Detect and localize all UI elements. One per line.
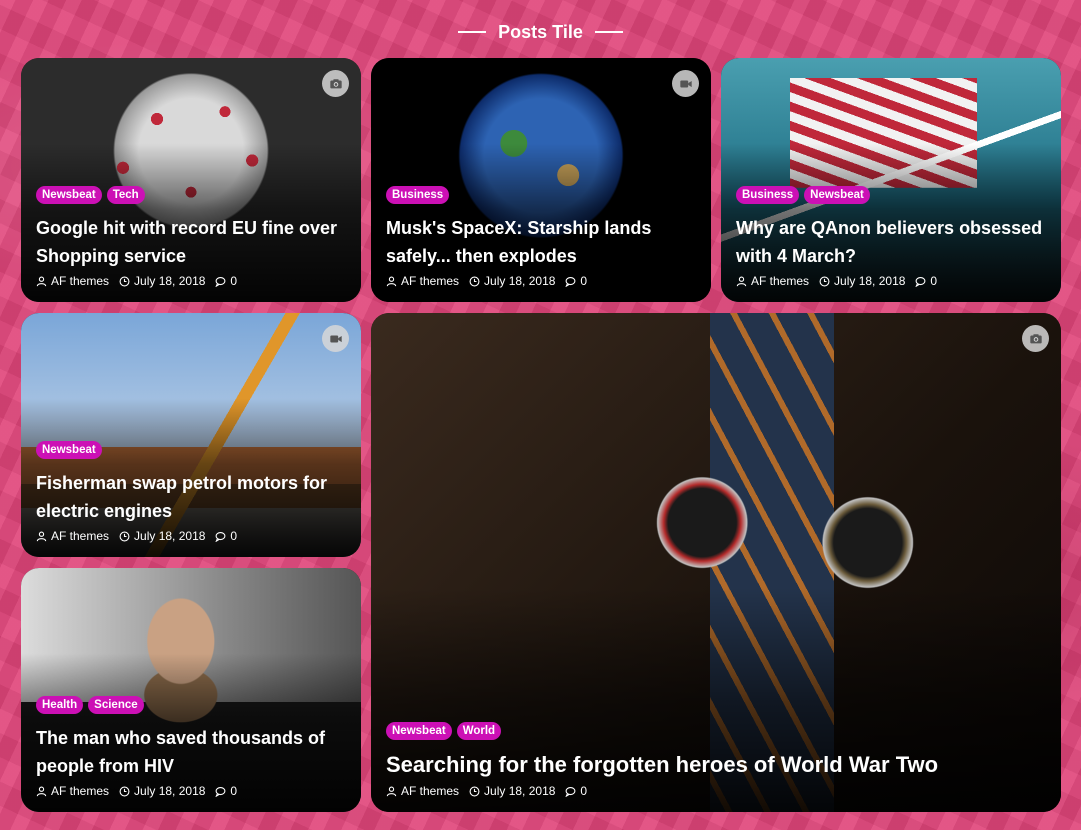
post-tile[interactable]: Business Newsbeat Why are QAnon believer… xyxy=(721,58,1061,302)
post-title[interactable]: The man who saved thousands of people fr… xyxy=(36,724,346,780)
post-date[interactable]: July 18, 2018 xyxy=(119,784,205,798)
user-icon xyxy=(736,276,747,286)
clock-icon xyxy=(119,276,130,286)
post-comments[interactable]: 0 xyxy=(215,784,237,798)
comment-icon xyxy=(215,276,226,287)
post-date[interactable]: July 18, 2018 xyxy=(119,529,205,543)
video-icon xyxy=(672,70,699,97)
section-title: Posts Tile xyxy=(0,18,1081,46)
post-title[interactable]: Musk's SpaceX: Starship lands safely... … xyxy=(386,214,696,270)
user-icon xyxy=(36,531,47,541)
category-badge-business[interactable]: Business xyxy=(386,186,450,204)
user-icon xyxy=(36,276,47,286)
post-tile[interactable]: Business Musk's SpaceX: Starship lands s… xyxy=(371,58,711,302)
post-title[interactable]: Google hit with record EU fine over Shop… xyxy=(36,214,346,270)
category-badge-health[interactable]: Health xyxy=(36,696,84,714)
clock-icon xyxy=(469,786,480,796)
category-badge-newsbeat[interactable]: Newsbeat xyxy=(36,441,102,459)
category-badge-tech[interactable]: Tech xyxy=(106,186,145,204)
title-line-right xyxy=(594,31,623,33)
user-icon xyxy=(36,786,47,796)
comment-icon xyxy=(565,276,576,287)
comment-icon xyxy=(215,531,226,542)
post-tile[interactable]: Newsbeat Fisherman swap petrol motors fo… xyxy=(21,313,361,557)
category-badge-newsbeat[interactable]: Newsbeat xyxy=(386,722,452,740)
post-tile[interactable]: Health Science The man who saved thousan… xyxy=(21,568,361,812)
category-badge-business[interactable]: Business xyxy=(736,186,800,204)
user-icon xyxy=(386,276,397,286)
category-badge-science[interactable]: Science xyxy=(88,696,144,714)
camera-icon xyxy=(322,70,349,97)
post-date[interactable]: July 18, 2018 xyxy=(819,274,905,288)
post-author[interactable]: AF themes xyxy=(386,274,459,288)
post-comments[interactable]: 0 xyxy=(565,784,587,798)
post-author[interactable]: AF themes xyxy=(36,529,109,543)
comment-icon xyxy=(215,786,226,797)
section-title-text: Posts Tile xyxy=(498,21,583,42)
post-author[interactable]: AF themes xyxy=(386,784,459,798)
post-comments[interactable]: 0 xyxy=(215,529,237,543)
post-comments[interactable]: 0 xyxy=(215,274,237,288)
post-tile-featured[interactable]: Newsbeat World Searching for the forgott… xyxy=(371,313,1061,812)
category-badge-newsbeat[interactable]: Newsbeat xyxy=(804,186,870,204)
video-icon xyxy=(322,325,349,352)
post-title[interactable]: Searching for the forgotten heroes of Wo… xyxy=(386,750,1046,780)
clock-icon xyxy=(819,276,830,286)
clock-icon xyxy=(119,531,130,541)
post-comments[interactable]: 0 xyxy=(915,274,937,288)
post-author[interactable]: AF themes xyxy=(36,784,109,798)
comment-icon xyxy=(915,276,926,287)
post-author[interactable]: AF themes xyxy=(736,274,809,288)
camera-icon xyxy=(1022,325,1049,352)
category-badge-world[interactable]: World xyxy=(456,722,502,740)
post-comments[interactable]: 0 xyxy=(565,274,587,288)
clock-icon xyxy=(119,786,130,796)
post-title[interactable]: Fisherman swap petrol motors for electri… xyxy=(36,469,346,525)
title-line-left xyxy=(458,31,487,33)
post-date[interactable]: July 18, 2018 xyxy=(469,274,555,288)
comment-icon xyxy=(565,786,576,797)
clock-icon xyxy=(469,276,480,286)
post-date[interactable]: July 18, 2018 xyxy=(119,274,205,288)
post-date[interactable]: July 18, 2018 xyxy=(469,784,555,798)
post-tile[interactable]: Newsbeat Tech Google hit with record EU … xyxy=(21,58,361,302)
post-title[interactable]: Why are QAnon believers obsessed with 4 … xyxy=(736,214,1046,270)
category-badge-newsbeat[interactable]: Newsbeat xyxy=(36,186,102,204)
post-author[interactable]: AF themes xyxy=(36,274,109,288)
user-icon xyxy=(386,786,397,796)
